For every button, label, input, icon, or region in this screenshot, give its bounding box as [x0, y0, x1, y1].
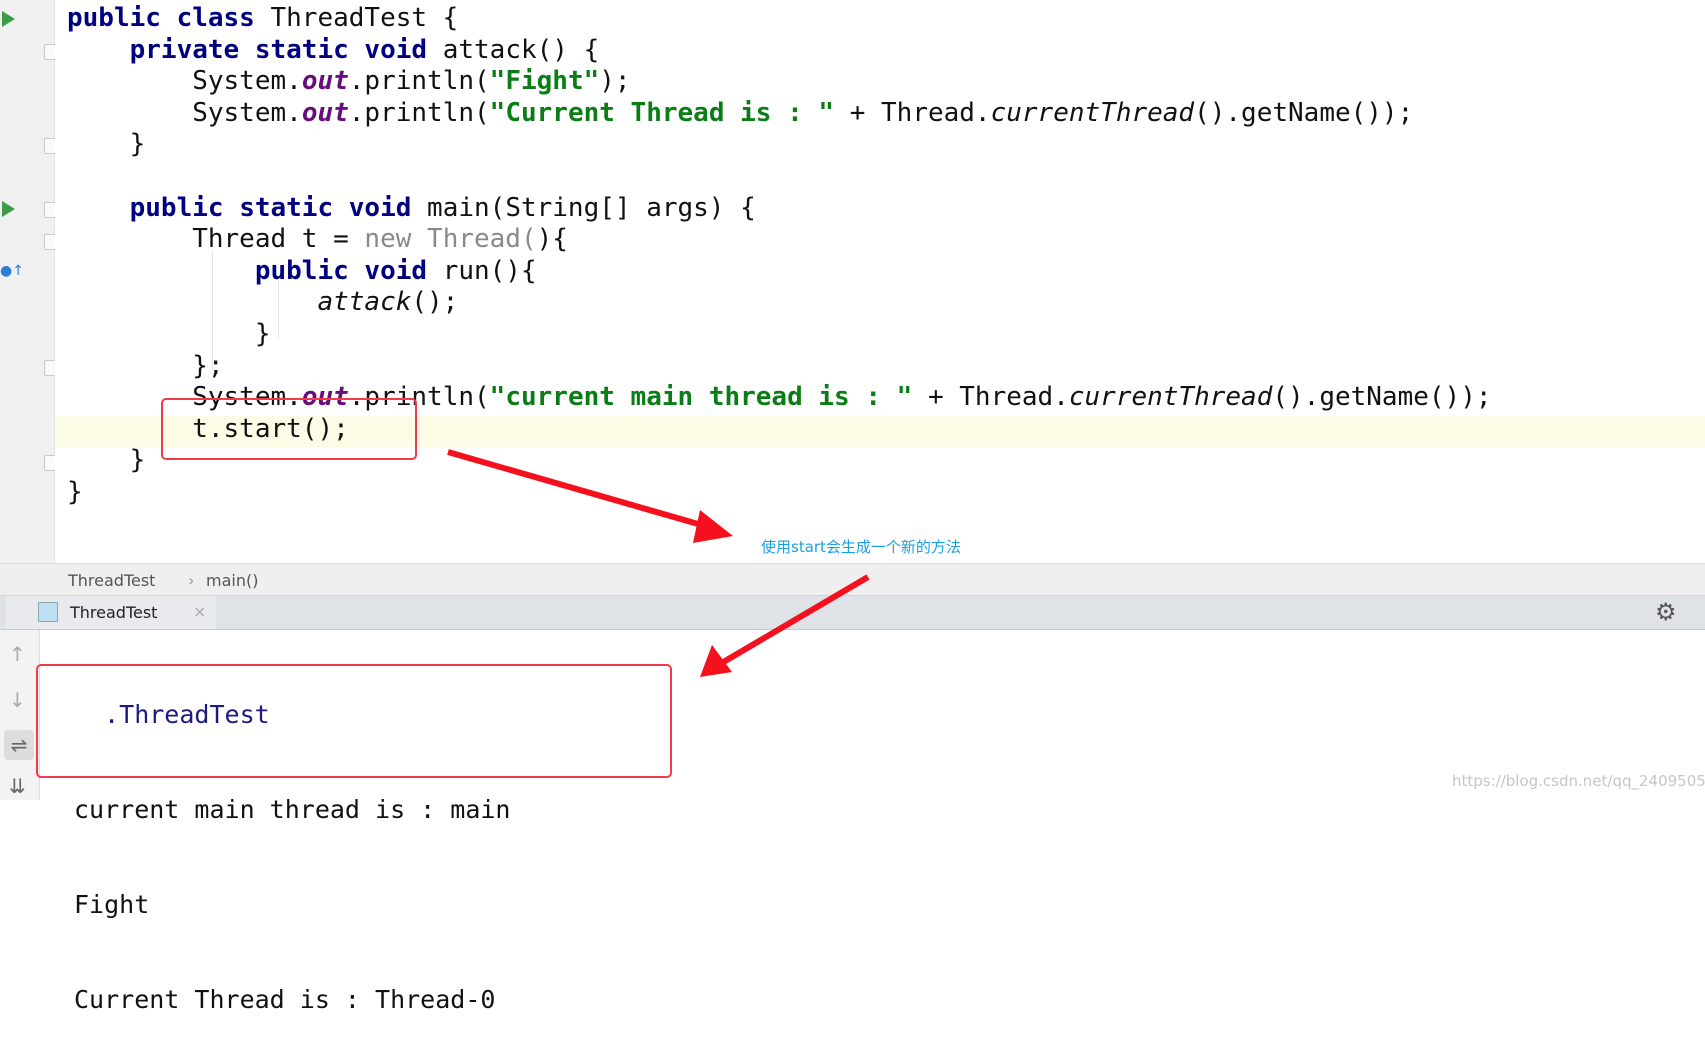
watermark: https://blog.csdn.net/qq_24095055 — [1452, 772, 1705, 790]
annotation-arrows — [447, 449, 870, 677]
console-line: Fight — [74, 889, 150, 919]
annotation-note: 使用start会生成一个新的方法 — [761, 538, 961, 556]
arrow-to-console — [700, 574, 870, 677]
console-line: Current Thread is : Thread-0 — [74, 984, 496, 1014]
arrow-to-note — [447, 449, 733, 543]
